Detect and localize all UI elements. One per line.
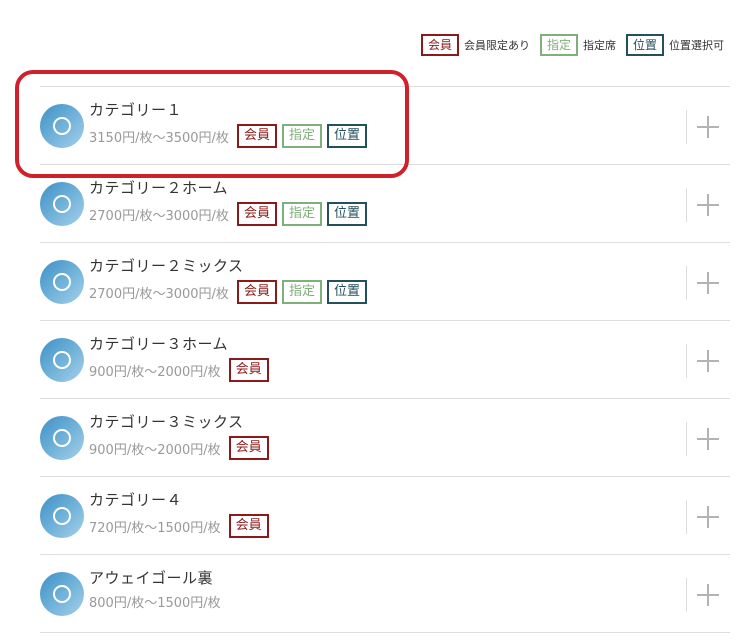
category-name: カテゴリー２ミックス <box>89 257 244 275</box>
circle-icon <box>40 338 84 382</box>
divider <box>686 344 687 378</box>
category-name: カテゴリー２ホーム <box>89 179 229 197</box>
circle-icon <box>40 416 84 460</box>
circle-icon <box>40 572 84 616</box>
circle-icon <box>40 104 84 148</box>
legend-item-reserved: 指定 指定席 <box>539 34 616 56</box>
legend-label-member: 会員限定あり <box>463 39 530 52</box>
category-price: 2700円/枚～3000円/枚 <box>89 208 229 224</box>
plus-icon[interactable] <box>697 506 719 528</box>
category-price: 720円/枚～1500円/枚 <box>89 520 221 536</box>
category-details: 2700円/枚～3000円/枚 会員 指定 位置 <box>89 202 372 226</box>
category-details: 800円/枚～1500円/枚 <box>89 592 229 611</box>
tag-position: 位置 <box>326 202 367 226</box>
divider <box>686 578 687 612</box>
plus-icon[interactable] <box>697 350 719 372</box>
tag-position: 位置 <box>326 280 367 304</box>
plus-icon[interactable] <box>697 428 719 450</box>
legend-label-reserved: 指定席 <box>582 39 616 52</box>
category-name: カテゴリー３ホーム <box>89 335 229 353</box>
plus-icon[interactable] <box>697 584 719 606</box>
divider <box>686 422 687 456</box>
ring-icon <box>53 195 71 213</box>
circle-icon <box>40 182 84 226</box>
category-details: 2700円/枚～3000円/枚 会員 指定 位置 <box>89 280 372 304</box>
tag-reserved: 指定 <box>281 280 322 304</box>
ring-icon <box>53 351 71 369</box>
legend-item-position: 位置 位置選択可 <box>625 34 724 56</box>
category-price: 900円/枚～2000円/枚 <box>89 442 221 458</box>
category-row[interactable]: カテゴリー４ 720円/枚～1500円/枚 会員 <box>40 477 730 555</box>
ring-icon <box>53 507 71 525</box>
category-row[interactable]: カテゴリー１ 3150円/枚～3500円/枚 会員 指定 位置 <box>40 87 730 165</box>
tag-member: 会員 <box>228 514 269 538</box>
plus-icon[interactable] <box>697 272 719 294</box>
plus-icon[interactable] <box>697 194 719 216</box>
category-details: 900円/枚～2000円/枚 会員 <box>89 436 274 460</box>
category-row[interactable]: カテゴリー３ミックス 900円/枚～2000円/枚 会員 <box>40 399 730 477</box>
category-price: 2700円/枚～3000円/枚 <box>89 286 229 302</box>
category-name: アウェイゴール裏 <box>89 569 214 587</box>
category-row[interactable]: カテゴリー２ミックス 2700円/枚～3000円/枚 会員 指定 位置 <box>40 243 730 321</box>
plus-icon[interactable] <box>697 116 719 138</box>
category-name: カテゴリー４ <box>89 491 183 509</box>
divider <box>686 266 687 300</box>
category-price: 900円/枚～2000円/枚 <box>89 364 221 380</box>
ring-icon <box>53 273 71 291</box>
legend-item-member: 会員 会員限定あり <box>420 34 530 56</box>
category-name: カテゴリー３ミックス <box>89 413 244 431</box>
category-row[interactable]: カテゴリー２ホーム 2700円/枚～3000円/枚 会員 指定 位置 <box>40 165 730 243</box>
category-details: 3150円/枚～3500円/枚 会員 指定 位置 <box>89 124 372 148</box>
tag-position: 位置 <box>326 124 367 148</box>
legend-tag-member: 会員 <box>420 34 459 56</box>
category-list: カテゴリー１ 3150円/枚～3500円/枚 会員 指定 位置 カテゴリー２ホーム 2700… <box>40 86 730 633</box>
divider <box>686 188 687 222</box>
tag-reserved: 指定 <box>281 202 322 226</box>
tag-member: 会員 <box>228 436 269 460</box>
legend-tag-reserved: 指定 <box>539 34 578 56</box>
category-details: 720円/枚～1500円/枚 会員 <box>89 514 274 538</box>
ring-icon <box>53 429 71 447</box>
tag-member: 会員 <box>236 202 277 226</box>
category-row[interactable]: アウェイゴール裏 800円/枚～1500円/枚 <box>40 555 730 633</box>
category-details: 900円/枚～2000円/枚 会員 <box>89 358 274 382</box>
divider <box>686 110 687 144</box>
legend: 会員 会員限定あり 指定 指定席 位置 位置選択可 <box>411 33 724 57</box>
circle-icon <box>40 260 84 304</box>
category-price: 800円/枚～1500円/枚 <box>89 596 221 611</box>
ring-icon <box>53 117 71 135</box>
legend-label-position: 位置選択可 <box>669 39 724 52</box>
tag-member: 会員 <box>236 280 277 304</box>
tag-member: 会員 <box>228 358 269 382</box>
divider <box>686 500 687 534</box>
category-name: カテゴリー１ <box>89 101 183 119</box>
tag-reserved: 指定 <box>281 124 322 148</box>
tag-member: 会員 <box>236 124 277 148</box>
category-row[interactable]: カテゴリー３ホーム 900円/枚～2000円/枚 会員 <box>40 321 730 399</box>
circle-icon <box>40 494 84 538</box>
category-price: 3150円/枚～3500円/枚 <box>89 130 229 146</box>
ring-icon <box>53 585 71 603</box>
legend-tag-position: 位置 <box>625 34 664 56</box>
